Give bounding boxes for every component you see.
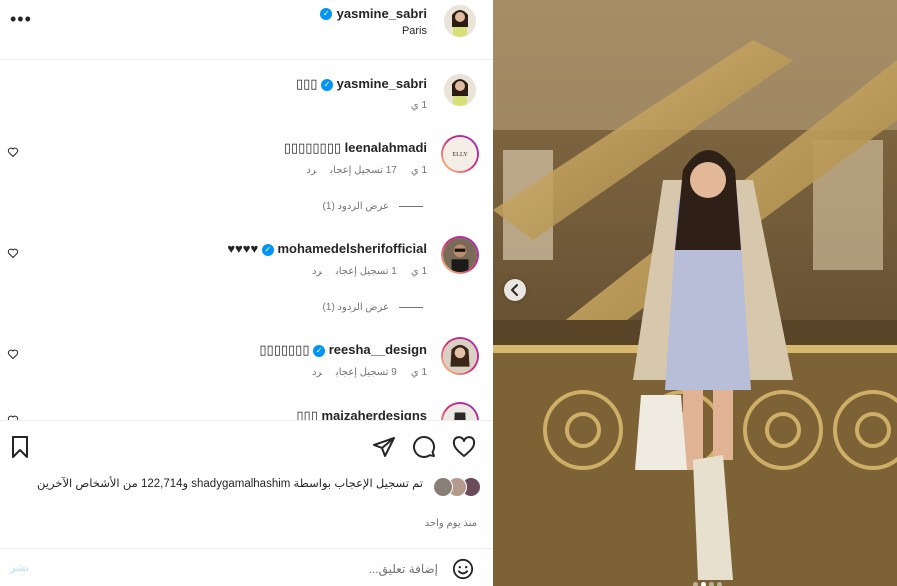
carousel-dot-active [701,582,706,586]
caption-text: ▯▯▯ [295,76,318,91]
author-avatar[interactable] [444,5,476,37]
like-icon[interactable] [452,435,476,459]
reply-button[interactable]: رد [312,266,322,277]
caption-meta: 1 ي [397,100,427,111]
caption-avatar[interactable] [444,74,476,106]
comment-like-icon[interactable] [7,146,19,158]
comment-time[interactable]: 1 ي [411,266,427,277]
likers-avatars[interactable] [427,477,481,497]
chevron-left-icon [511,284,518,296]
verified-icon: ✓ [320,7,333,20]
comment-icon[interactable] [412,435,436,459]
carousel-dots [693,574,725,586]
verified-icon: ✓ [261,243,274,256]
comment-text: ♥♥♥♥ [227,241,259,256]
caption-username[interactable]: yasmine_sabri [337,76,427,91]
comment-meta: 1 ي 1 تسجيل إعجاب رد [298,266,427,277]
share-icon[interactable] [372,435,396,459]
post-detail-panel: ••• yasmine_sabri ✓ Paris yasmine_sabri … [0,0,493,586]
previous-slide-button[interactable] [504,279,526,301]
reply-button[interactable]: رد [306,165,316,176]
verified-icon: ✓ [321,78,334,91]
comment-avatar[interactable]: ELLY [441,135,479,173]
post-time[interactable]: منذ يوم واحد [425,518,477,529]
comment-username[interactable]: maizaherdesigns [322,408,428,420]
comment-username[interactable]: leenalahmadi [345,140,427,155]
verified-icon: ✓ [313,344,326,357]
post-location[interactable]: Paris [402,25,427,37]
carousel-dot [717,582,722,586]
comment-meta: 1 ي 17 تسجيل إعجاب رد [292,165,427,176]
reply-button[interactable]: رد [312,367,322,378]
comment-time[interactable]: 1 ي [411,367,427,378]
post-actions: تم تسجيل الإعجاب بواسطة shadygamalhashim… [0,420,493,540]
comment-avatar[interactable] [441,337,479,375]
comments-list[interactable]: yasmine_sabri ✓ ▯▯▯ 1 ي ELLY leenalahmad… [0,60,493,420]
post-header: ••• yasmine_sabri ✓ Paris [0,0,493,60]
comment-likes[interactable]: 9 تسجيل إعجاب [336,367,397,378]
comment-time[interactable]: 1 ي [411,165,427,176]
likes-summary[interactable]: تم تسجيل الإعجاب بواسطة shadygamalhashim… [3,476,423,492]
comment-meta: 1 ي 9 تسجيل إعجاب رد [298,367,427,378]
comment-text: ▯▯▯ [296,408,318,420]
comment-likes[interactable]: 1 تسجيل إعجاب [336,266,397,277]
post-author: yasmine_sabri ✓ [320,5,427,23]
emoji-icon[interactable] [452,558,474,580]
author-username[interactable]: yasmine_sabri [337,6,427,21]
comment-text: ▯▯▯▯▯▯▯▯ [283,140,341,155]
view-replies-button[interactable]: عرض الردود (1) [323,302,423,313]
view-replies-button[interactable]: عرض الردود (1) [323,201,423,212]
comment-avatar[interactable] [441,402,479,420]
carousel-dot [693,582,698,586]
photo-image [493,0,897,586]
comment-composer: نشر [0,548,493,586]
comment-input[interactable] [68,558,438,580]
caption-time[interactable]: 1 ي [411,100,427,111]
more-options-button[interactable]: ••• [10,10,34,30]
comment-username[interactable]: reesha__design [329,342,427,357]
post-comment-button[interactable]: نشر [10,561,29,574]
carousel-dot [709,582,714,586]
liker-avatar [433,477,453,497]
comment-text: ▯▯▯▯▯▯▯ [259,342,310,357]
post-photo[interactable] [493,0,897,586]
comment-likes[interactable]: 17 تسجيل إعجاب [330,165,396,176]
comment-like-icon[interactable] [7,247,19,259]
comment-username[interactable]: mohamedelsherifofficial [277,241,427,256]
comment-like-icon[interactable] [7,348,19,360]
comment-avatar[interactable] [441,236,479,274]
svg-text:ELLY: ELLY [452,151,468,158]
bookmark-icon[interactable] [8,435,32,459]
